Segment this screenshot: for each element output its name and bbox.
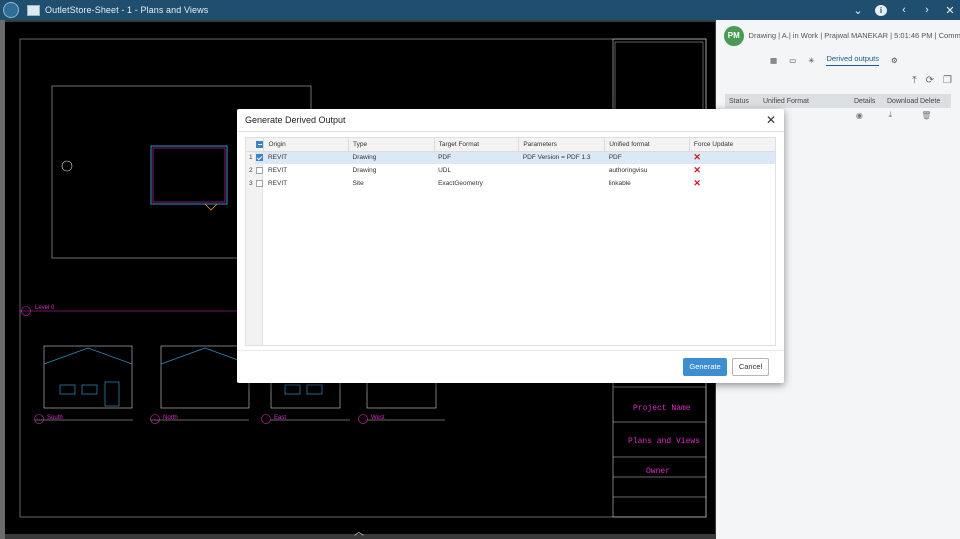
row-number: 3	[246, 177, 255, 190]
cell-parameters[interactable]: PDF Version = PDF 1.3	[518, 151, 605, 164]
row-checkbox[interactable]	[255, 177, 264, 190]
cell-type: Drawing	[352, 167, 377, 174]
cell-origin: REVIT	[267, 167, 288, 174]
cell-unified-format: PDF	[604, 151, 690, 164]
row-checkbox[interactable]	[255, 164, 264, 177]
col-target-format[interactable]: Target Format	[434, 138, 520, 152]
generate-derived-output-dialog: Generate Derived Output ✕ Origin Type Ta…	[237, 109, 784, 383]
row-number: 1	[246, 151, 255, 164]
select-all-checkbox[interactable]	[254, 138, 265, 152]
outputs-table: Origin Type Target Format Parameters Uni…	[246, 138, 775, 190]
row-checkbox[interactable]	[254, 151, 264, 164]
col-unified-format[interactable]: Unified format	[604, 138, 690, 152]
col-parameters[interactable]: Parameters	[518, 138, 606, 152]
grid-header-row: Origin Type Target Format Parameters Uni…	[246, 138, 775, 152]
table-row[interactable]: 3 REVIT Site ExactGeometry linkable ✕	[246, 177, 775, 190]
cell-target-format: UDL	[438, 167, 452, 174]
force-update-toggle[interactable]: ✕	[689, 177, 775, 190]
close-x-icon[interactable]: ✕	[693, 178, 701, 188]
table-row[interactable]: 1 REVIT Drawing PDF PDF Version = PDF 1.…	[246, 151, 775, 164]
cell-origin: REVIT	[267, 180, 288, 187]
force-update-toggle[interactable]: ✕	[689, 164, 775, 177]
cell-target-format: ExactGeometry	[438, 180, 483, 187]
close-icon[interactable]: ✕	[766, 113, 776, 127]
outputs-grid: Origin Type Target Format Parameters Uni…	[245, 137, 776, 346]
cancel-button[interactable]: Cancel	[732, 358, 769, 376]
cell-parameters[interactable]	[519, 164, 605, 177]
col-force-update[interactable]: Force Update	[689, 138, 775, 152]
cell-unified-format: authoringvisu	[608, 167, 648, 174]
cell-target-format: PDF	[434, 151, 519, 164]
footer-divider	[237, 350, 784, 351]
cell-type: Drawing	[348, 151, 435, 164]
generate-button[interactable]: Generate	[683, 358, 727, 376]
dialog-title: Generate Derived Output	[245, 115, 346, 125]
divider	[237, 131, 784, 132]
cell-parameters[interactable]	[519, 177, 605, 190]
cell-type: Site	[352, 180, 364, 187]
table-row[interactable]: 2 REVIT Drawing UDL authoringvisu ✕	[246, 164, 775, 177]
col-type[interactable]: Type	[348, 138, 435, 152]
cell-origin: REVIT	[263, 151, 349, 164]
row-number: 2	[246, 164, 255, 177]
force-update-toggle[interactable]: ✕	[689, 151, 775, 164]
cell-unified-format: linkable	[608, 180, 631, 187]
col-origin[interactable]: Origin	[263, 138, 349, 152]
close-x-icon[interactable]: ✕	[693, 152, 701, 162]
close-x-icon[interactable]: ✕	[693, 165, 701, 175]
